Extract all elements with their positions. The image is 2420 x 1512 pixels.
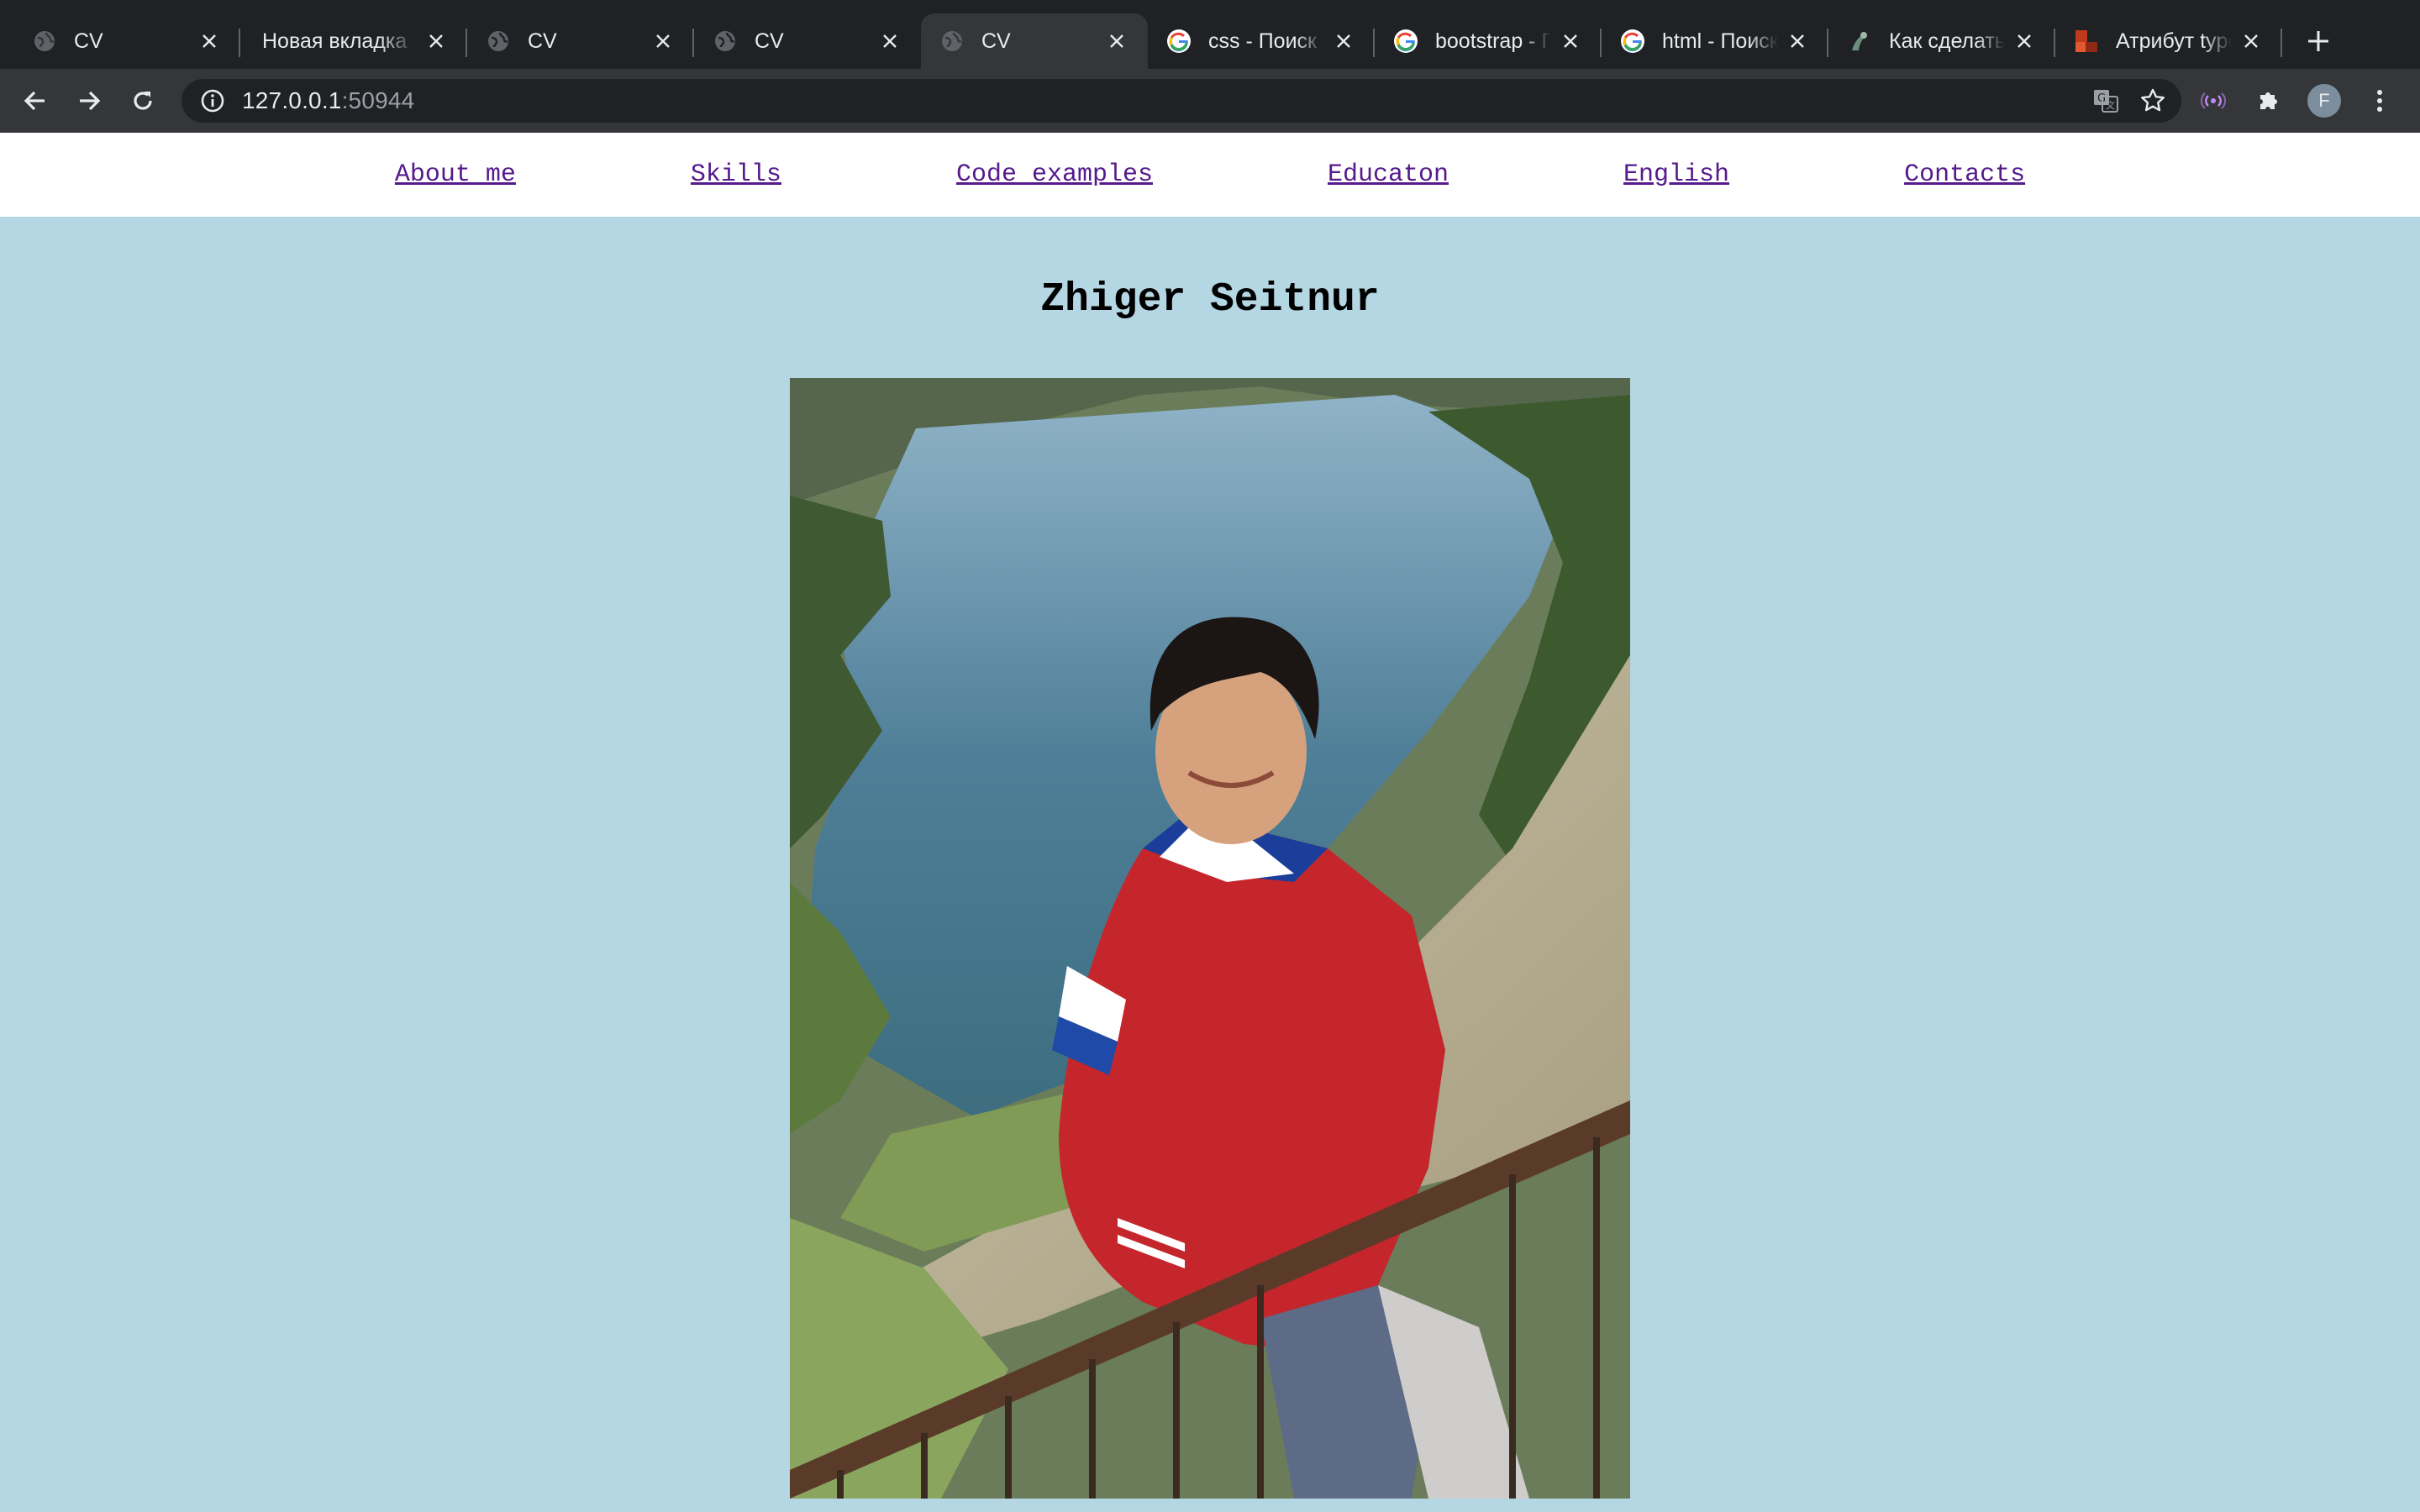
close-icon[interactable] [1331,29,1356,54]
tab-title: CV [528,29,557,53]
address-bar-actions: G文 [2092,79,2166,123]
url-text[interactable]: 127.0.0.1:50944 [242,87,414,114]
tab-bootstrap-search[interactable]: bootstrap - Поиск в Google [1375,13,1602,69]
nav-link-code-examples[interactable]: Code examples [956,160,1153,189]
plus-icon [2308,31,2328,51]
tab-cv-active[interactable]: CV [921,13,1148,69]
globe-icon [486,29,511,54]
avatar: F [2307,84,2341,118]
profile-photo [790,378,1630,1499]
tab-title: Атрибут type [2116,29,2232,53]
tab-how-to[interactable]: Как сделать [1828,13,2055,69]
google-icon [1166,29,1192,54]
tab-title: CV [74,29,103,53]
menu-kebab-icon[interactable] [2356,77,2403,124]
extensions-puzzle-icon[interactable] [2245,77,2292,124]
info-icon[interactable] [200,88,225,113]
tab-title: bootstrap - Поиск в Google [1435,29,1551,53]
tab-cv-2[interactable]: CV [467,13,694,69]
close-icon[interactable] [2238,29,2264,54]
tab-title: CV [755,29,784,53]
tab-title: Как сделать [1889,29,2005,53]
reload-icon [134,92,152,110]
nav-link-education[interactable]: Educaton [1328,160,1449,189]
close-icon[interactable] [1104,29,1129,54]
close-icon[interactable] [1558,29,1583,54]
close-icon[interactable] [1785,29,1810,54]
site-navigation: About me Skills Code examples Educaton E… [0,133,2420,217]
nav-link-english[interactable]: English [1623,160,1729,189]
reload-button[interactable] [119,77,166,124]
tab-new-tab[interactable]: Новая вкладка [240,13,467,69]
tab-title: CV [981,29,1011,53]
arrow-left-icon [24,91,45,111]
tab-title: css - Поиск в Google [1208,29,1324,53]
close-icon[interactable] [424,29,449,54]
back-button[interactable] [12,77,59,124]
translate-icon[interactable]: G文 [2092,87,2119,114]
tab-list: CV Новая вкладка CV CV CV css - Поиск bo… [0,0,2339,69]
htmlbook-icon [2074,29,2099,54]
url-host: 127.0.0.1 [242,87,342,113]
tab-title: Новая вкладка [262,29,408,53]
forward-button[interactable] [66,77,113,124]
close-icon[interactable] [2012,29,2037,54]
tab-css-search[interactable]: css - Поиск в Google [1148,13,1375,69]
url-port: :50944 [341,87,415,113]
tab-title: html - Поиск в Google [1662,29,1778,53]
address-bar[interactable]: 127.0.0.1:50944 G文 [182,79,2181,123]
tab-type-attribute[interactable]: Атрибут type [2055,13,2282,69]
nav-link-contacts[interactable]: Contacts [1904,160,2025,189]
toolbar-extensions: F [2190,69,2403,133]
close-icon[interactable] [650,29,676,54]
svg-text:文: 文 [2106,99,2115,111]
broadcast-icon[interactable] [2190,77,2237,124]
close-icon[interactable] [197,29,222,54]
site-icon [1847,29,1872,54]
profile-button[interactable]: F [2301,77,2348,124]
google-icon [1393,29,1418,54]
new-tab-button[interactable] [2297,20,2339,62]
arrow-right-icon [80,91,101,111]
page-title: Zhiger Seitnur [1040,277,1380,323]
bookmark-star-icon[interactable] [2139,87,2166,114]
tab-strip: CV Новая вкладка CV CV CV css - Поиск bo… [0,0,2420,69]
globe-icon [32,29,57,54]
tab-cv-3[interactable]: CV [694,13,921,69]
close-icon[interactable] [877,29,902,54]
globe-icon [713,29,738,54]
nav-link-skills[interactable]: Skills [691,160,781,189]
tab-html-search[interactable]: html - Поиск в Google [1602,13,1828,69]
globe-icon [939,29,965,54]
tab-cv-1[interactable]: CV [13,13,240,69]
nav-link-about-me[interactable]: About me [395,160,516,189]
google-icon [1620,29,1645,54]
